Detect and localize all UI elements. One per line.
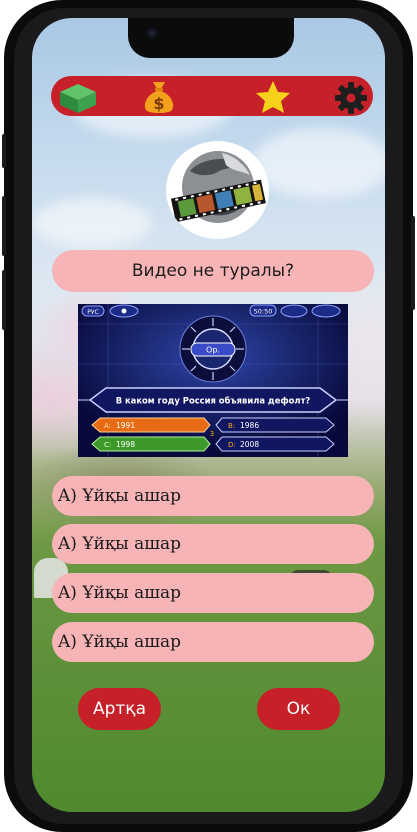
app-logo <box>166 141 269 239</box>
video-middle-marker: 3 <box>210 430 214 438</box>
ok-button[interactable]: Ок <box>257 688 340 730</box>
video-option-a-letter: A: <box>104 422 111 430</box>
video-timer: 50:50 <box>254 308 273 316</box>
video-option-c: 1998 <box>116 440 135 449</box>
answer-option-4[interactable]: A) Ұйқы ашар <box>52 622 374 662</box>
video-lang-label: РУС <box>87 309 98 316</box>
background-cloud <box>252 128 385 198</box>
power-button <box>411 216 415 310</box>
back-button[interactable]: Артқа <box>78 688 161 730</box>
top-toolbar <box>51 76 373 116</box>
answer-option-1[interactable]: A) Ұйқы ашар <box>52 476 374 516</box>
video-option-a: 1991 <box>116 421 135 430</box>
volume-down-button <box>2 270 6 330</box>
answer-option-3[interactable]: A) Ұйқы ашар <box>52 573 374 613</box>
gear-icon[interactable] <box>334 81 368 115</box>
video-option-d-letter: D: <box>228 441 236 449</box>
background-cloud <box>32 198 152 248</box>
star-icon[interactable] <box>254 80 292 114</box>
video-option-b: 1986 <box>240 421 259 430</box>
front-camera <box>146 27 158 39</box>
video-option-d: 2008 <box>240 440 259 449</box>
video-thumbnail[interactable]: РУС 50:50 Ор. В каком году Россия объяви… <box>78 304 348 457</box>
globe-film-icon <box>170 151 266 223</box>
cube-icon[interactable] <box>58 82 98 114</box>
money-bag-icon[interactable]: $ <box>140 79 178 115</box>
silent-switch <box>2 134 6 168</box>
question-title: Видео не туралы? <box>52 250 374 292</box>
video-center-label: Ор. <box>206 346 220 355</box>
volume-up-button <box>2 196 6 256</box>
svg-text:$: $ <box>153 94 164 113</box>
video-option-c-letter: C: <box>104 441 111 449</box>
video-option-b-letter: B: <box>228 422 235 430</box>
video-question: В каком году Россия объявила дефолт? <box>116 396 311 406</box>
answer-option-2[interactable]: A) Ұйқы ашар <box>52 524 374 564</box>
